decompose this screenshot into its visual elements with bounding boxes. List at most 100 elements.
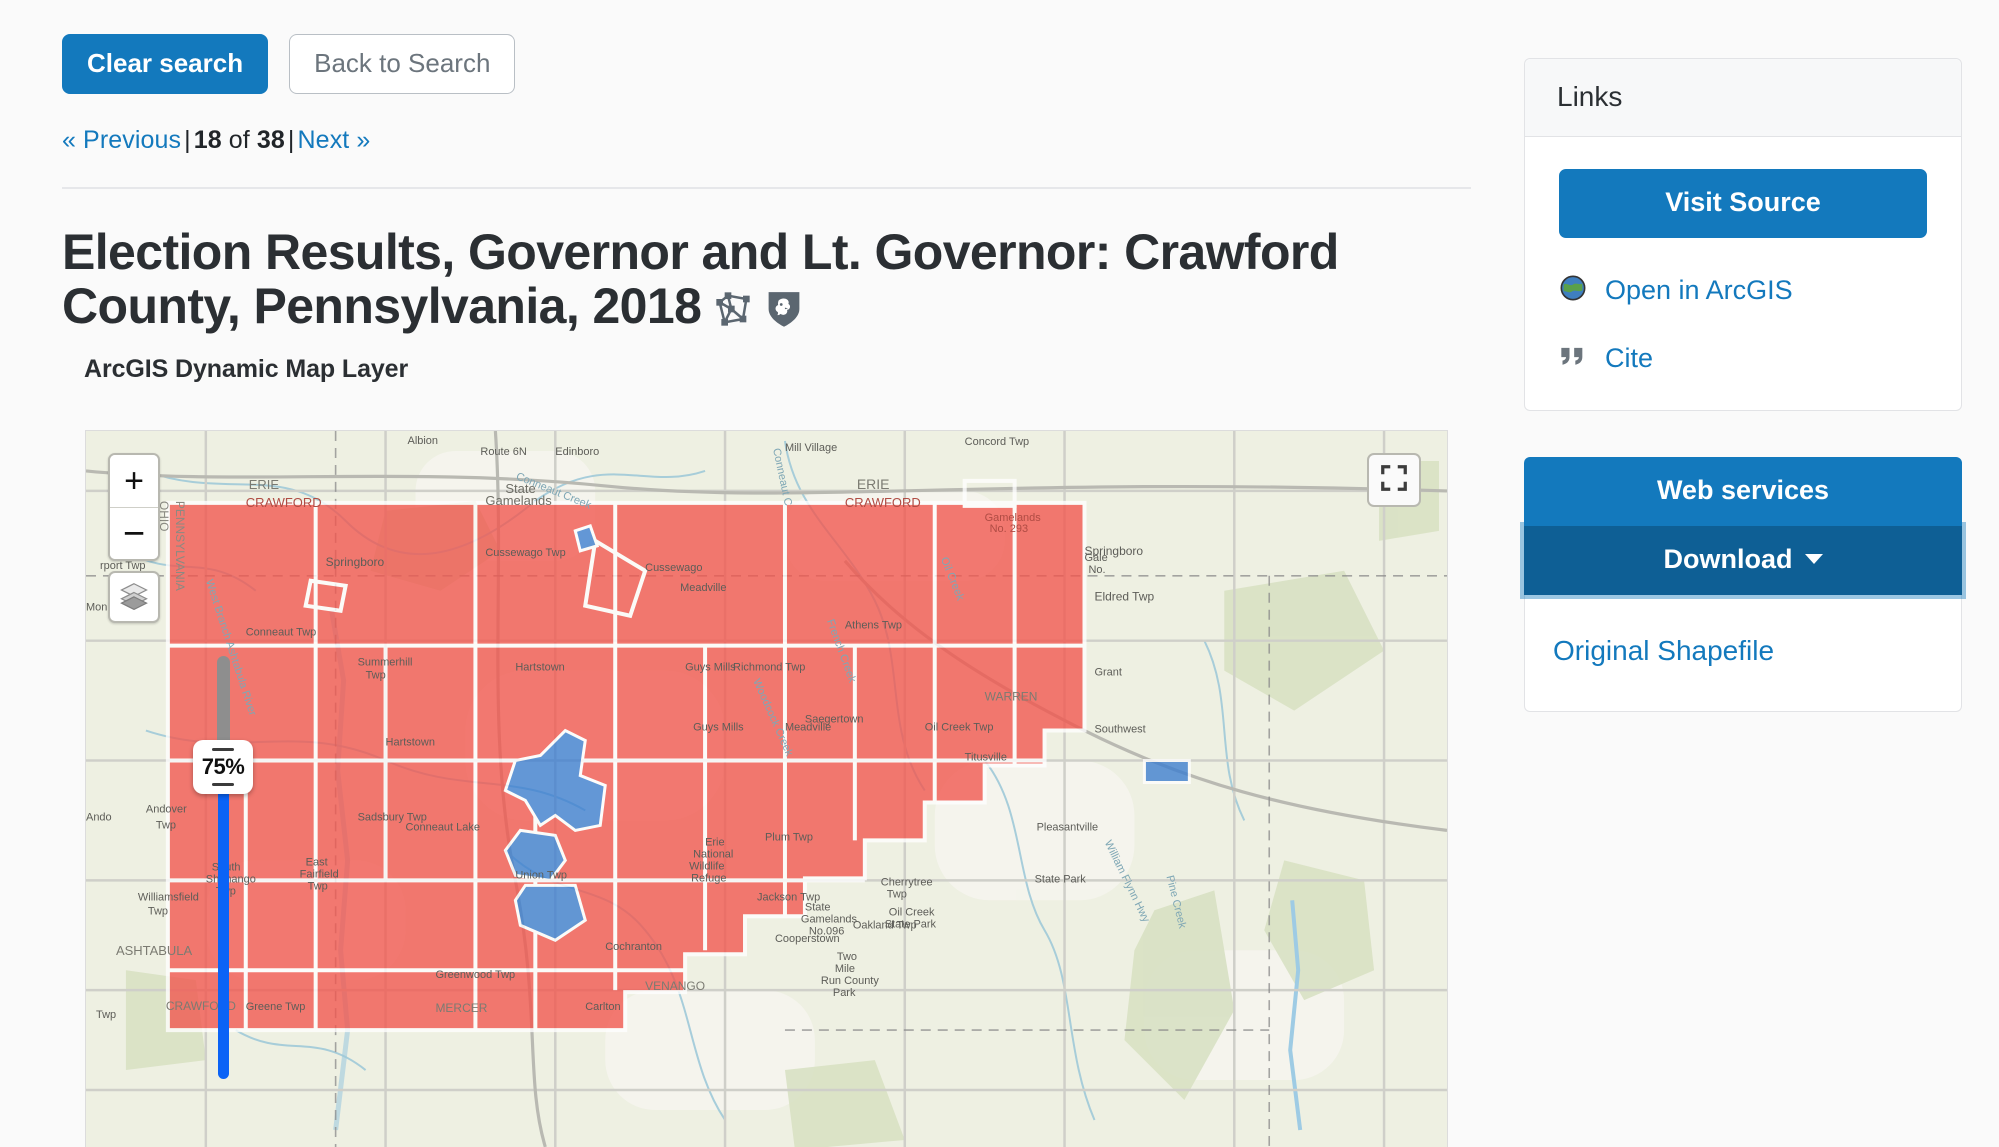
svg-text:Titusville: Titusville: [965, 752, 1007, 764]
svg-text:MERCER: MERCER: [435, 1001, 487, 1015]
svg-text:Grant: Grant: [1094, 667, 1121, 679]
svg-text:Gamelands: Gamelands: [801, 913, 858, 925]
svg-text:Richmond Twp: Richmond Twp: [733, 662, 805, 674]
layer-opacity-slider[interactable]: 75%: [193, 656, 253, 1081]
svg-text:Pleasantville: Pleasantville: [1037, 821, 1099, 833]
svg-text:VENANGO: VENANGO: [645, 979, 705, 993]
svg-text:Guys Mills: Guys Mills: [685, 662, 736, 674]
svg-text:Two: Two: [837, 951, 857, 963]
svg-text:Twp: Twp: [156, 819, 176, 831]
search-actions-toolbar: Clear search Back to Search: [62, 0, 1472, 94]
svg-text:State Park: State Park: [1035, 873, 1087, 885]
header-divider: [62, 186, 1471, 189]
svg-text:Guys Mills: Guys Mills: [693, 722, 744, 734]
links-card: Links Visit Source Open in ArcGIS Cite: [1524, 58, 1962, 411]
cite-link[interactable]: Cite: [1605, 343, 1653, 374]
pager-total: 38: [256, 125, 285, 154]
svg-text:Cussewago: Cussewago: [645, 562, 702, 574]
svg-text:Meadville: Meadville: [680, 582, 726, 594]
main-column: Clear search Back to Search « Previous | 1…: [62, 0, 1472, 384]
zoom-controls[interactable]: + −: [108, 453, 160, 561]
svg-text:Park: Park: [833, 987, 856, 999]
pager-of-label: of: [228, 125, 250, 154]
svg-text:Eldred Twp: Eldred Twp: [1094, 590, 1154, 604]
slider-grip-top: [212, 748, 234, 751]
svg-text:Williamsfield: Williamsfield: [138, 891, 199, 903]
layers-button[interactable]: [108, 571, 160, 623]
globe-icon: [1559, 274, 1587, 307]
svg-text:PENNSYLVANIA: PENNSYLVANIA: [173, 501, 187, 591]
fullscreen-button[interactable]: [1367, 453, 1421, 507]
svg-text:WARREN: WARREN: [985, 690, 1038, 704]
svg-text:Twp: Twp: [96, 1009, 116, 1021]
svg-text:Andover: Andover: [146, 803, 187, 815]
svg-text:ERIE: ERIE: [249, 477, 280, 492]
pager-divider-1: |: [184, 125, 191, 154]
zoom-out-button[interactable]: −: [110, 507, 158, 559]
svg-text:Cherrytree: Cherrytree: [881, 876, 933, 888]
svg-text:CRAWFORD: CRAWFORD: [845, 495, 921, 510]
svg-text:Hartstown: Hartstown: [386, 737, 435, 749]
svg-text:No.: No.: [1089, 564, 1106, 576]
open-in-arcgis-link[interactable]: Open in ArcGIS: [1605, 275, 1793, 306]
svg-text:Cussewago Twp: Cussewago Twp: [485, 547, 565, 559]
svg-text:Conneaut Twp: Conneaut Twp: [246, 627, 317, 639]
download-button[interactable]: Download: [1524, 526, 1962, 595]
services-card: Web services Download Original Shapefile: [1524, 457, 1962, 712]
svg-text:Oil Creek: Oil Creek: [889, 906, 935, 918]
next-link[interactable]: Next »: [298, 126, 371, 154]
svg-text:Woodcock Creek: Woodcock Creek: [750, 677, 795, 758]
visit-source-button[interactable]: Visit Source: [1559, 169, 1927, 238]
zoom-in-button[interactable]: +: [110, 455, 158, 507]
clear-search-button[interactable]: Clear search: [62, 34, 269, 94]
svg-text:Run County: Run County: [821, 975, 879, 987]
svg-text:Cooperstown: Cooperstown: [775, 933, 840, 945]
back-to-search-button[interactable]: Back to Search: [289, 34, 516, 94]
svg-text:Ando: Ando: [86, 811, 112, 823]
web-services-button[interactable]: Web services: [1524, 457, 1962, 526]
svg-text:Concord Twp: Concord Twp: [965, 436, 1029, 448]
svg-text:Summerhill: Summerhill: [358, 657, 413, 669]
svg-text:ERIE: ERIE: [857, 476, 890, 492]
map-viewport[interactable]: Edinboro Mill Village Concord Twp Albion…: [85, 430, 1448, 1147]
svg-text:Athens Twp: Athens Twp: [845, 620, 902, 632]
record-subtitle: ArcGIS Dynamic Map Layer: [84, 355, 409, 384]
svg-text:Plum Twp: Plum Twp: [765, 831, 813, 843]
svg-text:Gale: Gale: [1085, 552, 1108, 564]
svg-text:Wildlife: Wildlife: [689, 860, 724, 872]
svg-text:Oil Creek: Oil Creek: [938, 555, 966, 602]
svg-text:rport Twp: rport Twp: [100, 560, 146, 572]
svg-text:Twp: Twp: [887, 888, 907, 900]
links-card-header: Links: [1525, 59, 1961, 137]
svg-text:Refuge: Refuge: [691, 872, 726, 884]
sidebar: Links Visit Source Open in ArcGIS Cite W…: [1524, 58, 1962, 712]
title-icon-group: [701, 282, 803, 340]
svg-text:Greenwood Twp: Greenwood Twp: [435, 969, 515, 981]
svg-text:Mill Village: Mill Village: [785, 442, 837, 454]
slider-grip-bottom: [212, 783, 234, 786]
svg-text:Twp: Twp: [308, 880, 328, 892]
opacity-value-label: 75%: [201, 754, 245, 779]
svg-text:Twp: Twp: [148, 905, 168, 917]
svg-text:William Flynn Hwy: William Flynn Hwy: [1102, 838, 1152, 924]
svg-text:Union Twp: Union Twp: [515, 869, 567, 881]
links-card-body: Visit Source Open in ArcGIS Cite: [1525, 137, 1961, 410]
svg-text:Cochranton: Cochranton: [605, 941, 662, 953]
svg-text:Saegertown: Saegertown: [805, 714, 864, 726]
svg-text:Mile: Mile: [835, 963, 855, 975]
svg-text:Hartstown: Hartstown: [515, 662, 564, 674]
slider-handle[interactable]: 75%: [193, 740, 253, 794]
open-in-arcgis-row[interactable]: Open in ArcGIS: [1559, 274, 1927, 307]
original-shapefile-menu-item[interactable]: Original Shapefile: [1553, 635, 1774, 666]
svg-text:Springboro: Springboro: [326, 555, 385, 569]
chevron-down-icon: [1804, 554, 1823, 564]
cite-row[interactable]: Cite: [1559, 343, 1927, 374]
layers-stack-icon: [119, 580, 149, 615]
svg-text:Oil Creek Twp: Oil Creek Twp: [925, 722, 994, 734]
svg-text:State: State: [805, 901, 831, 913]
pagination: « Previous | 18 of 38 | Next »: [62, 126, 1472, 155]
previous-link[interactable]: « Previous: [62, 126, 181, 154]
svg-text:East: East: [306, 856, 328, 868]
quote-icon: [1559, 345, 1587, 372]
svg-text:Fairfield: Fairfield: [300, 868, 339, 880]
